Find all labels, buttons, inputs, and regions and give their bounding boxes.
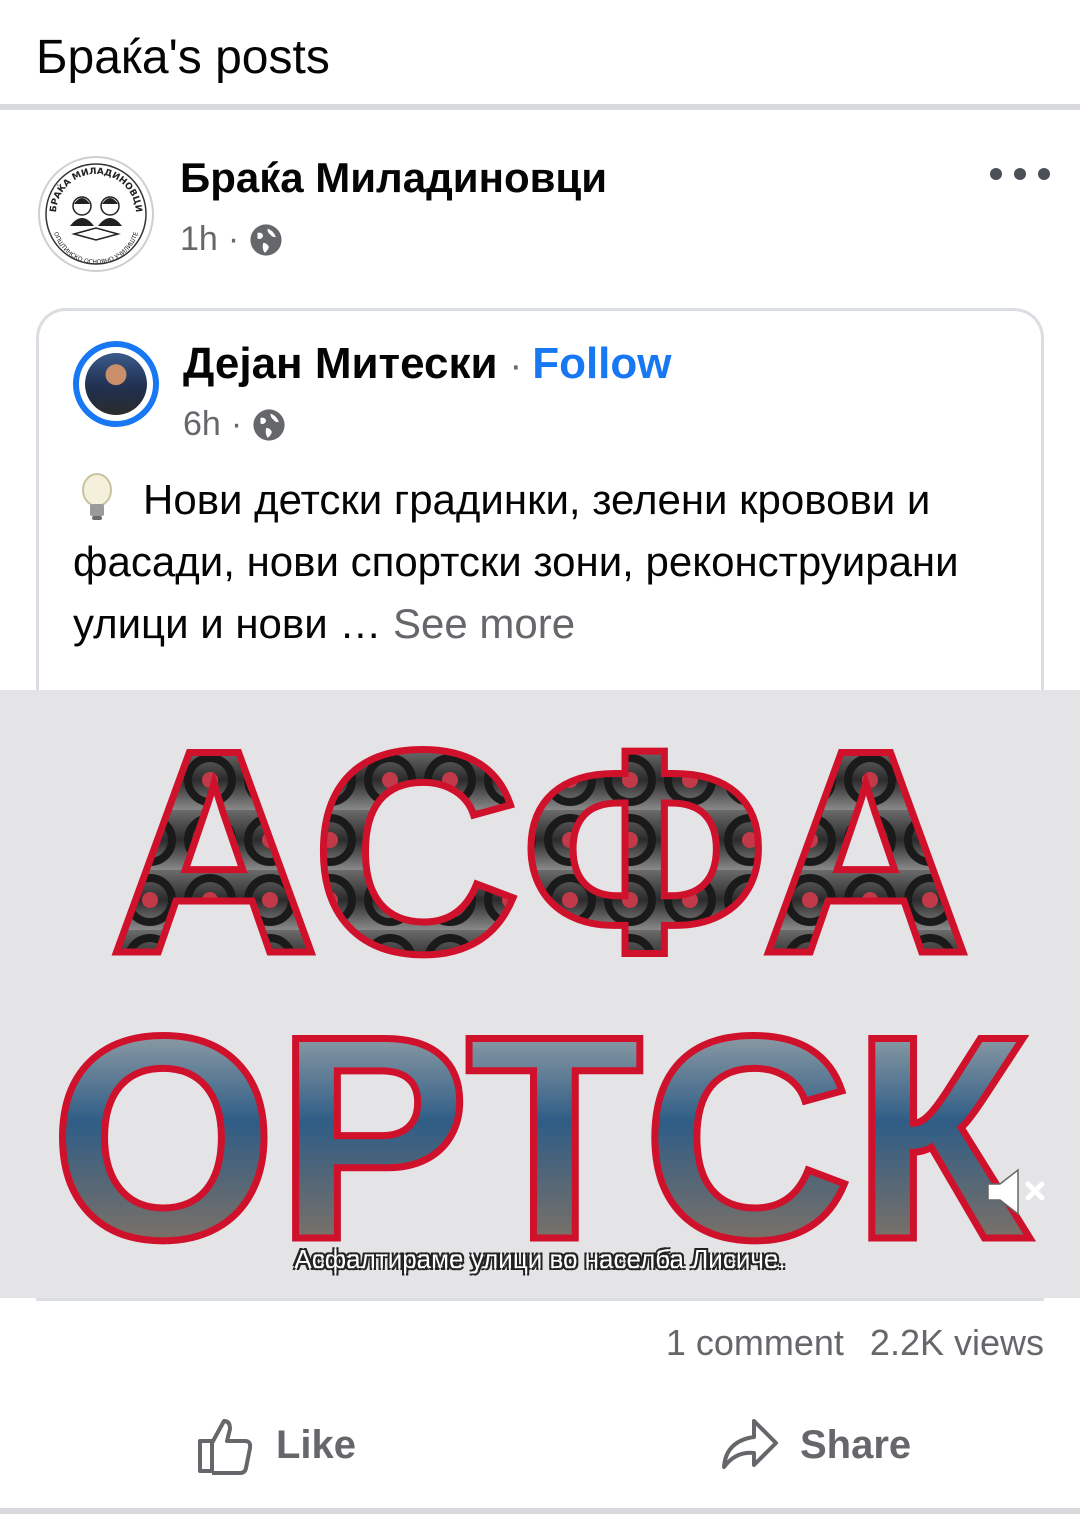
post-meta: 1h · (180, 220, 283, 259)
more-options-button[interactable] (990, 164, 1050, 184)
action-bar: Like Share (0, 1386, 1080, 1506)
like-button[interactable]: Like (196, 1410, 356, 1480)
video-overlay-line1: АСФА (109, 690, 970, 1014)
view-count: 2.2K views (869, 1322, 1044, 1363)
follow-button[interactable]: Follow (532, 339, 671, 389)
page-avatar[interactable]: БРАЌА МИЛАДИНОВЦИ ОПШТИНСКО ОСНОВНО УЧИЛ… (36, 154, 156, 274)
mute-icon[interactable] (980, 1162, 1050, 1222)
video-caption: Асфалтираме улици во населба Лисиче. (294, 1244, 786, 1274)
shared-post-meta: 6h · (183, 405, 286, 444)
lightbulb-icon (82, 473, 112, 520)
shared-author-avatar[interactable] (73, 341, 159, 427)
comment-count[interactable]: 1 comment (666, 1322, 844, 1364)
post-time[interactable]: 1h (180, 220, 218, 259)
globe-icon (253, 408, 285, 441)
like-label: Like (276, 1422, 357, 1467)
video-player[interactable]: АСФА ОРТСК Асфалтираме улици во населба … (0, 690, 1080, 1298)
video-frame: АСФА ОРТСК (0, 690, 1080, 1298)
divider (36, 1298, 1044, 1301)
meta-separator: · (230, 405, 243, 443)
more-icon-dot (990, 168, 1002, 180)
post-card: БРАЌА МИЛАДИНОВЦИ ОПШТИНСКО ОСНОВНО УЧИЛ… (0, 116, 1080, 1514)
page-author-name[interactable]: Браќа Миладиновци (180, 154, 607, 202)
globe-icon (250, 223, 282, 256)
more-icon-dot (1038, 168, 1050, 180)
follow-separator: · (509, 345, 523, 387)
shared-post-time[interactable]: 6h (183, 405, 221, 444)
shared-author-row: Дејан Митески · Follow (183, 339, 672, 389)
share-button[interactable]: Share (720, 1410, 911, 1480)
meta-separator: · (227, 220, 240, 258)
avatar-photo (85, 353, 147, 415)
share-icon (722, 1419, 778, 1469)
shared-post-card: Дејан Митески · Follow 6h · Нови детски … (36, 308, 1044, 708)
post-body-text: Нови детски градинки, зелени кровови и ф… (73, 469, 1023, 655)
page-header: Браќа's posts (0, 0, 1080, 110)
school-logo: БРАЌА МИЛАДИНОВЦИ ОПШТИНСКО ОСНОВНО УЧИЛ… (38, 156, 154, 272)
like-icon (198, 1419, 253, 1475)
post-bottom-border (0, 1508, 1080, 1514)
post-stats: 1 comment 2.2K views (666, 1322, 1044, 1364)
more-icon-dot (1014, 168, 1026, 180)
page-title: Браќа's posts (36, 31, 330, 84)
see-more-link[interactable]: See more (393, 600, 575, 647)
shared-author-name[interactable]: Дејан Митески (183, 339, 498, 389)
share-label: Share (800, 1422, 912, 1467)
